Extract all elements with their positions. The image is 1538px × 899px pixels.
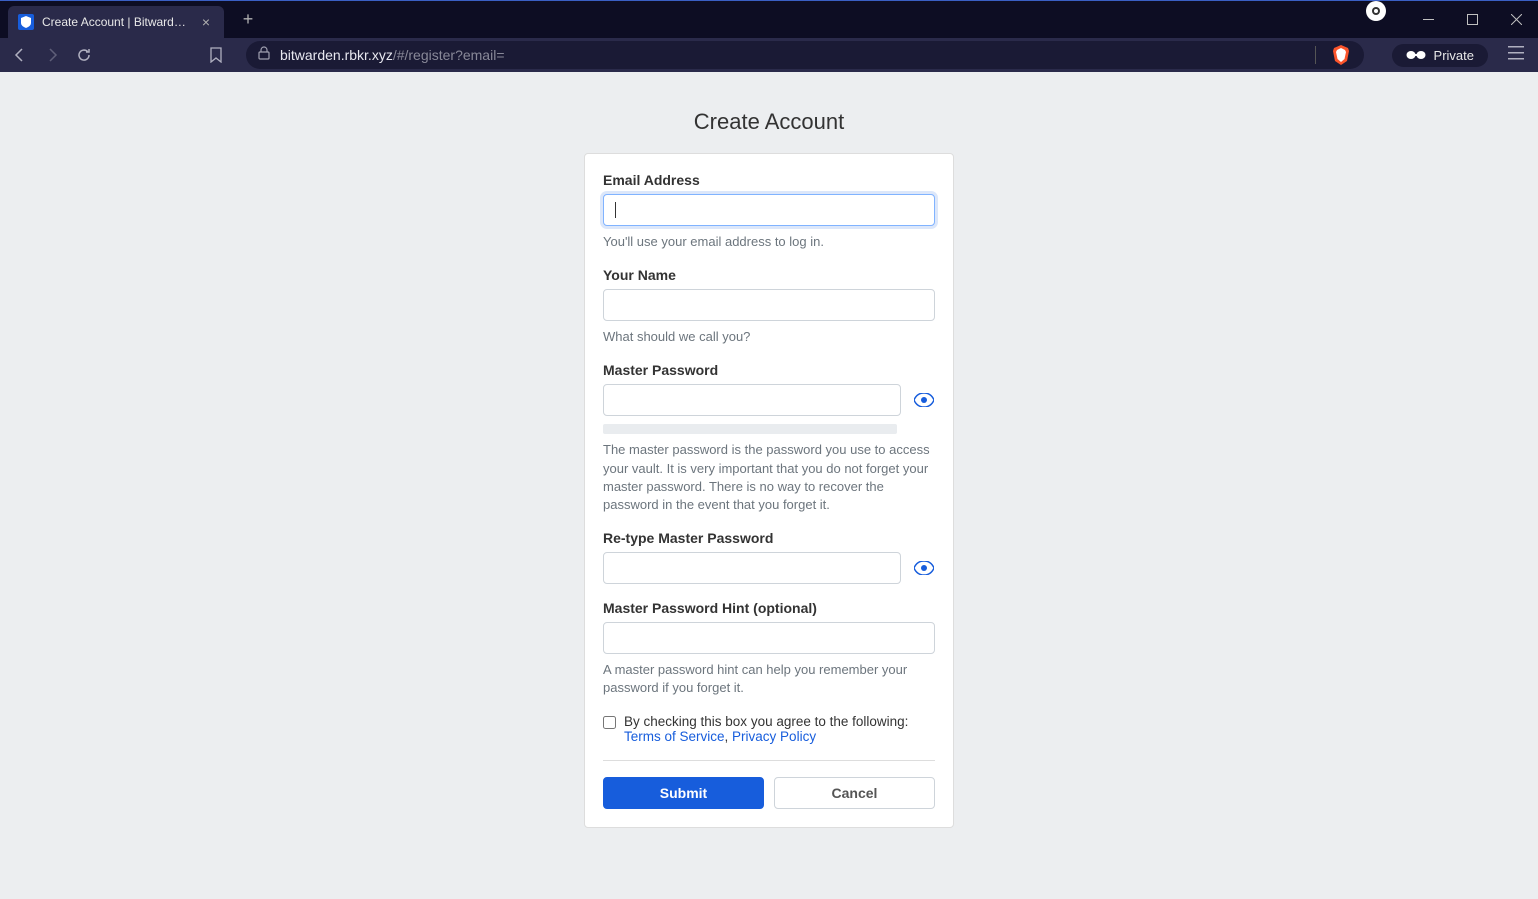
toggle-retype-visibility-button[interactable] xyxy=(913,561,935,575)
master-password-label: Master Password xyxy=(603,362,935,378)
minimize-button[interactable] xyxy=(1406,1,1450,38)
lock-icon xyxy=(258,46,270,65)
register-card: Email Address You'll use your email addr… xyxy=(584,153,954,828)
back-button[interactable] xyxy=(10,45,30,65)
browser-tab[interactable]: Create Account | Bitwarden Web × xyxy=(8,6,224,38)
menu-button[interactable] xyxy=(1508,46,1528,65)
cancel-button[interactable]: Cancel xyxy=(774,777,935,809)
email-label: Email Address xyxy=(603,172,935,188)
name-help: What should we call you? xyxy=(603,328,935,346)
close-window-button[interactable] xyxy=(1494,1,1538,38)
url-text: bitwarden.rbkr.xyz/#/register?email= xyxy=(280,47,505,63)
address-bar[interactable]: bitwarden.rbkr.xyz/#/register?email= xyxy=(246,41,1364,69)
master-password-help: The master password is the password you … xyxy=(603,441,935,514)
incognito-icon xyxy=(1406,50,1426,60)
tab-bar: Create Account | Bitwarden Web × + xyxy=(0,1,1538,38)
toggle-password-visibility-button[interactable] xyxy=(913,393,935,407)
privacy-link[interactable]: Privacy Policy xyxy=(732,729,816,744)
reload-button[interactable] xyxy=(74,45,94,65)
hint-label: Master Password Hint (optional) xyxy=(603,600,935,616)
maximize-button[interactable] xyxy=(1450,1,1494,38)
eye-icon xyxy=(914,393,934,407)
email-help: You'll use your email address to log in. xyxy=(603,233,935,251)
master-password-input[interactable] xyxy=(603,384,901,416)
page-title: Create Account xyxy=(584,109,954,135)
eye-icon xyxy=(914,561,934,575)
email-input[interactable] xyxy=(603,194,935,226)
tab-close-button[interactable]: × xyxy=(198,14,214,30)
profile-icon[interactable] xyxy=(1366,1,1386,21)
name-input[interactable] xyxy=(603,289,935,321)
agree-checkbox[interactable] xyxy=(603,716,616,729)
terms-link[interactable]: Terms of Service xyxy=(624,729,725,744)
page-content: Create Account Email Address You'll use … xyxy=(0,72,1538,899)
divider xyxy=(603,760,935,761)
toolbar: bitwarden.rbkr.xyz/#/register?email= Pri… xyxy=(0,38,1538,72)
brave-shield-icon[interactable] xyxy=(1332,45,1352,65)
hint-help: A master password hint can help you reme… xyxy=(603,661,935,697)
bookmark-button[interactable] xyxy=(206,45,226,65)
retype-password-label: Re-type Master Password xyxy=(603,530,935,546)
retype-password-input[interactable] xyxy=(603,552,901,584)
private-badge: Private xyxy=(1392,44,1488,67)
hint-input[interactable] xyxy=(603,622,935,654)
password-strength-bar xyxy=(603,424,897,434)
name-label: Your Name xyxy=(603,267,935,283)
agree-text-block: By checking this box you agree to the fo… xyxy=(624,714,908,744)
tab-title: Create Account | Bitwarden Web xyxy=(42,15,190,29)
favicon xyxy=(18,14,34,30)
submit-button[interactable]: Submit xyxy=(603,777,764,809)
new-tab-button[interactable]: + xyxy=(236,9,260,30)
forward-button[interactable] xyxy=(42,45,62,65)
